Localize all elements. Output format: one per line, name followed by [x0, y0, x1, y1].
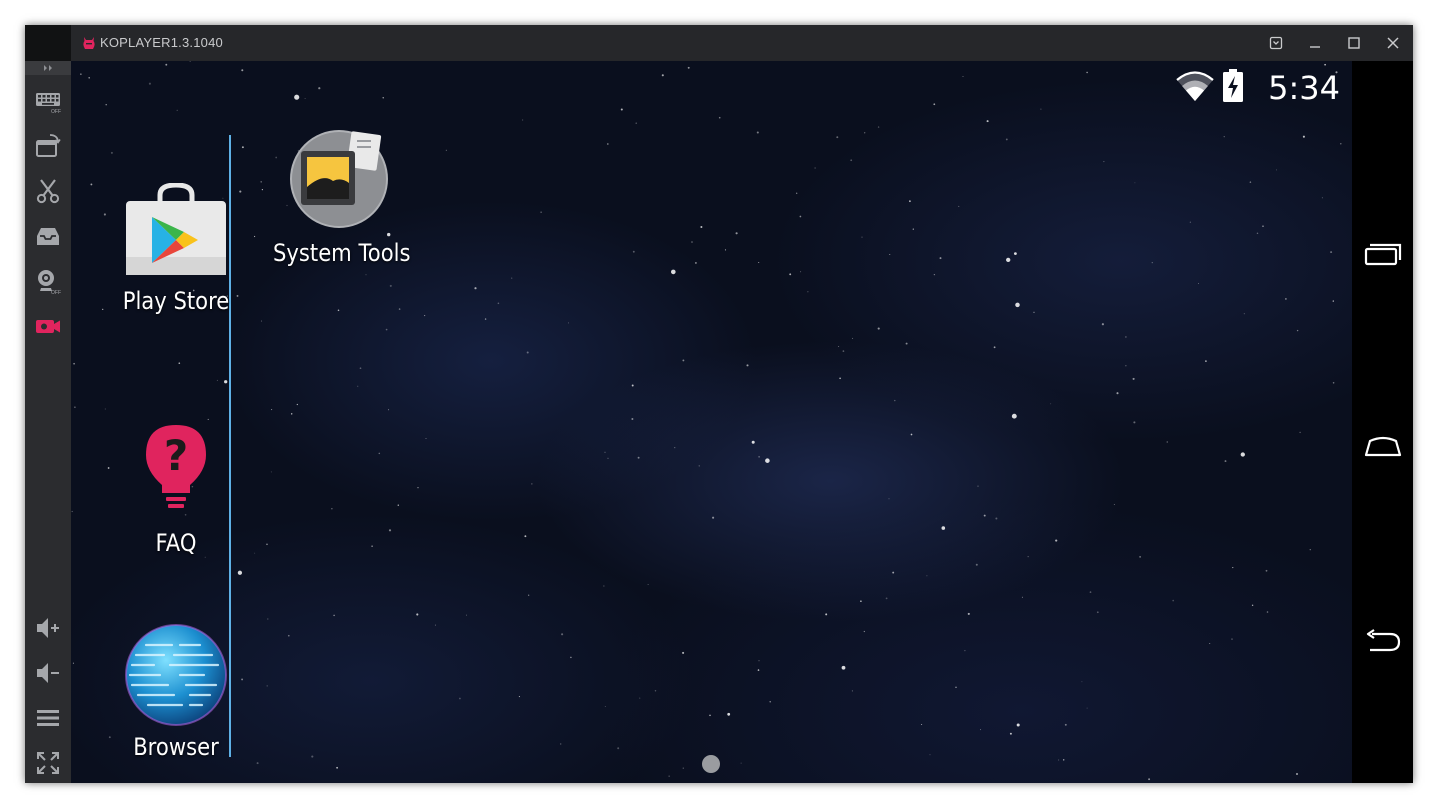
volume-up-icon [37, 618, 59, 638]
keyboard-icon: OFF [36, 93, 61, 115]
status-bar: 5:34 [1052, 61, 1352, 111]
svg-text:OFF: OFF [51, 290, 61, 295]
minimize-button[interactable] [1302, 31, 1328, 55]
koplayer-logo-icon [83, 37, 95, 49]
volume-down-button[interactable] [31, 656, 65, 690]
desktop-app-label: System Tools [273, 239, 411, 267]
maximize-button[interactable] [1341, 31, 1367, 55]
screen-rotate-button[interactable] [31, 129, 65, 163]
fullscreen-button[interactable] [31, 746, 65, 780]
svg-text:?: ? [164, 431, 188, 480]
volume-down-icon [37, 663, 59, 683]
emulator-window: KOPLAYER1.3.1040 OFF OFF 5:34 Play Store… [25, 25, 1413, 783]
svg-text:OFF: OFF [51, 109, 61, 115]
recent-apps-icon [1364, 243, 1401, 266]
android-nav-bar [1352, 61, 1413, 783]
close-icon [1387, 37, 1399, 49]
desktop-folder-system-tools[interactable]: System Tools [264, 127, 414, 267]
faq-icon: ? [146, 425, 206, 508]
screenshot-cut-button[interactable] [31, 174, 65, 208]
battery-charging-icon [1223, 69, 1243, 102]
menu-icon [37, 710, 59, 726]
inbox-icon [37, 228, 59, 245]
dock-app-label: FAQ [155, 529, 197, 557]
video-record-button[interactable] [31, 309, 65, 343]
dock-app-faq[interactable]: ? FAQ [101, 423, 251, 557]
maximize-icon [1348, 37, 1360, 49]
side-toolbar: OFF OFF [25, 61, 71, 783]
screen-rotate-icon [36, 134, 61, 157]
scissors-icon [36, 179, 60, 204]
system-tools-folder-icon [290, 130, 388, 228]
status-clock: 5:34 [1268, 69, 1340, 107]
toolbar-collapse-button[interactable] [25, 61, 71, 75]
title-bar: KOPLAYER1.3.1040 [25, 25, 1413, 61]
dock-app-label: Browser [133, 733, 219, 761]
wifi-icon [1176, 71, 1214, 101]
dock-app-browser[interactable]: Browser [101, 623, 251, 761]
video-record-icon [36, 320, 60, 333]
browser-globe-icon [125, 624, 227, 726]
settings-icon [1269, 36, 1283, 50]
recent-apps-button[interactable] [1360, 234, 1405, 274]
dock-app-label: Play Store [122, 287, 230, 315]
shared-folder-button[interactable] [31, 219, 65, 253]
home-button[interactable] [1360, 427, 1405, 467]
webcam-icon: OFF [38, 270, 61, 295]
window-title: KOPLAYER1.3.1040 [100, 35, 223, 50]
back-button[interactable] [1360, 621, 1405, 661]
fullscreen-icon [37, 752, 59, 774]
keyboard-button[interactable]: OFF [31, 84, 65, 118]
menu-button[interactable] [31, 701, 65, 735]
back-icon [1366, 629, 1400, 652]
volume-up-button[interactable] [31, 611, 65, 645]
corner-block [25, 25, 71, 61]
dock-app-play-store[interactable]: Play Store [101, 183, 251, 315]
home-icon [1364, 436, 1401, 457]
double-chevron-right-icon [44, 65, 52, 71]
page-indicator-dot [702, 755, 720, 773]
minimize-icon [1310, 46, 1320, 48]
settings-button[interactable] [1263, 31, 1289, 55]
close-button[interactable] [1380, 31, 1406, 55]
android-home-screen[interactable]: 5:34 Play Store ? FAQ Browser System Too… [71, 61, 1352, 783]
webcam-button[interactable]: OFF [31, 264, 65, 298]
play-store-icon [126, 183, 226, 275]
